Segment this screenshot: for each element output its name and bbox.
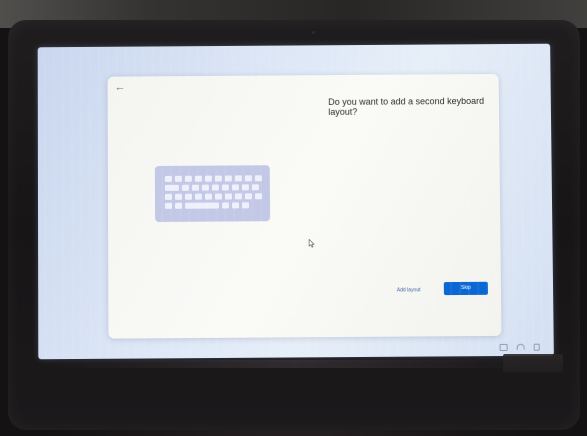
key-shape — [245, 193, 252, 199]
key-shape — [165, 185, 179, 191]
key-shape — [212, 185, 219, 191]
key-shape — [192, 185, 199, 191]
webcam — [312, 31, 315, 34]
key-shape — [175, 176, 182, 182]
mouse-pointer-icon — [308, 239, 315, 248]
keyboard-row — [165, 202, 249, 209]
oobe-setup-card: ← Do you want to add a second keyboard l… — [108, 74, 502, 339]
key-shape — [245, 175, 252, 181]
bezel-reflection — [40, 360, 550, 368]
key-shape — [165, 176, 172, 182]
back-arrow-icon[interactable]: ← — [115, 80, 131, 94]
volume-icon[interactable] — [534, 344, 540, 351]
sticker-label — [503, 354, 563, 372]
key-shape — [242, 184, 249, 190]
keyboard-row — [165, 184, 259, 191]
skip-button[interactable]: Skip — [444, 282, 488, 295]
key-shape — [185, 176, 192, 182]
page-title: Do you want to add a second keyboard lay… — [328, 96, 488, 117]
key-shape — [215, 194, 222, 200]
add-layout-button[interactable]: Add layout — [397, 287, 421, 293]
key-shape — [195, 194, 202, 200]
laptop-screen: ← Do you want to add a second keyboard l… — [38, 44, 554, 360]
key-shape — [202, 185, 209, 191]
photo-scene: ← Do you want to add a second keyboard l… — [0, 0, 587, 436]
key-shape — [215, 176, 222, 182]
key-shape — [205, 194, 212, 200]
key-shape — [205, 176, 212, 182]
key-shape — [175, 194, 182, 200]
key-shape — [195, 176, 202, 182]
wifi-icon[interactable] — [517, 344, 525, 350]
key-shape — [222, 202, 229, 208]
key-shape — [182, 185, 189, 191]
key-shape — [175, 203, 182, 209]
key-shape — [242, 202, 249, 208]
key-shape — [255, 175, 262, 181]
network-icon[interactable] — [500, 344, 508, 351]
keyboard-icon — [155, 165, 270, 222]
key-shape — [232, 202, 239, 208]
system-tray — [500, 344, 540, 351]
key-shape — [185, 194, 192, 200]
key-shape — [235, 175, 242, 181]
keyboard-row — [165, 193, 262, 200]
key-shape — [252, 184, 259, 190]
key-shape — [225, 193, 232, 199]
key-shape — [165, 194, 172, 200]
key-shape — [255, 193, 262, 199]
keyboard-row — [165, 175, 262, 182]
key-shape — [225, 175, 232, 181]
key-shape — [222, 184, 229, 190]
key-shape — [165, 203, 172, 209]
spacebar-shape — [185, 203, 219, 209]
key-shape — [235, 193, 242, 199]
key-shape — [232, 184, 239, 190]
